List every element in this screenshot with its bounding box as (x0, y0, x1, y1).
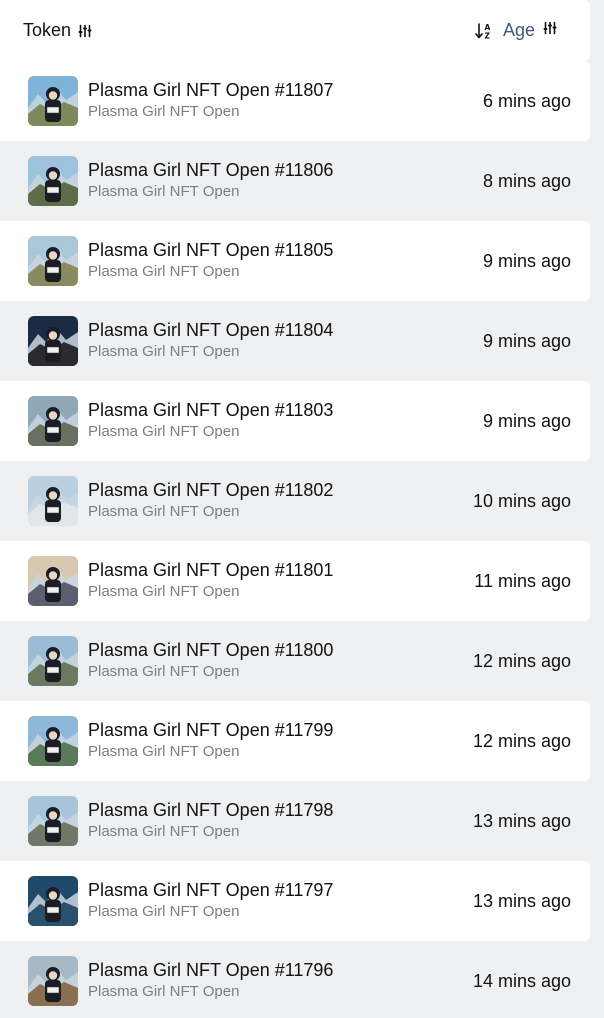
token-age: 14 mins ago (472, 970, 571, 991)
token-age: 6 mins ago (482, 90, 571, 111)
token-age: 9 mins ago (482, 250, 571, 271)
token-name[interactable]: Plasma Girl NFT Open #11797 (88, 880, 473, 901)
collection-name: Plasma Girl NFT Open (88, 342, 240, 360)
token-column-label: Token (23, 20, 72, 40)
token-row[interactable]: Plasma Girl NFT Open #11806 Plasma Girl N… (0, 141, 590, 221)
token-info: Plasma Girl NFT Open #11797 Plasma Girl N… (88, 880, 473, 922)
nft-thumbnail[interactable] (28, 796, 78, 846)
token-info: Plasma Girl NFT Open #11803 Plasma Girl N… (88, 400, 483, 442)
collection-name: Plasma Girl NFT Open (88, 422, 240, 440)
token-age: 9 mins ago (482, 330, 571, 351)
nft-thumbnail[interactable] (28, 156, 78, 206)
nft-thumbnail[interactable] (28, 636, 78, 686)
age-filter-icon[interactable] (543, 21, 557, 35)
collection-name: Plasma Girl NFT Open (88, 182, 240, 200)
collection-name: Plasma Girl NFT Open (88, 102, 240, 120)
token-row[interactable]: Plasma Girl NFT Open #11797 Plasma Girl N… (0, 861, 590, 941)
token-name[interactable]: Plasma Girl NFT Open #11805 (88, 240, 483, 261)
token-list-panel: Token A Z Age Plasma Girl NFT Open #1180… (0, 0, 604, 1018)
collection-name: Plasma Girl NFT Open (88, 502, 240, 520)
token-name[interactable]: Plasma Girl NFT Open #11798 (88, 800, 473, 821)
collection-name: Plasma Girl NFT Open (88, 262, 240, 280)
nft-thumbnail[interactable] (28, 956, 78, 1006)
token-info: Plasma Girl NFT Open #11802 Plasma Girl N… (88, 480, 473, 522)
token-name[interactable]: Plasma Girl NFT Open #11800 (88, 640, 473, 661)
nft-thumbnail[interactable] (28, 396, 78, 446)
token-info: Plasma Girl NFT Open #11800 Plasma Girl N… (88, 640, 473, 682)
token-info: Plasma Girl NFT Open #11798 Plasma Girl N… (88, 800, 473, 842)
token-info: Plasma Girl NFT Open #11805 Plasma Girl N… (88, 240, 483, 282)
token-age: 11 mins ago (474, 570, 571, 591)
token-age: 12 mins ago (472, 650, 571, 671)
token-row[interactable]: Plasma Girl NFT Open #11803 Plasma Girl N… (0, 381, 590, 461)
token-name[interactable]: Plasma Girl NFT Open #11807 (88, 80, 483, 101)
nft-thumbnail[interactable] (28, 316, 78, 366)
token-info: Plasma Girl NFT Open #11799 Plasma Girl N… (88, 720, 473, 762)
nft-thumbnail[interactable] (28, 476, 78, 526)
token-row[interactable]: Plasma Girl NFT Open #11802 Plasma Girl N… (0, 461, 590, 541)
collection-name: Plasma Girl NFT Open (88, 662, 240, 680)
token-name[interactable]: Plasma Girl NFT Open #11802 (88, 480, 473, 501)
nft-thumbnail[interactable] (28, 716, 78, 766)
token-row[interactable]: Plasma Girl NFT Open #11798 Plasma Girl N… (0, 781, 590, 861)
token-age: 12 mins ago (472, 730, 571, 751)
age-column-label[interactable]: Age (503, 20, 535, 41)
token-age: 13 mins ago (472, 810, 571, 831)
sort-ascending-icon[interactable]: A Z (475, 22, 493, 40)
nft-thumbnail[interactable] (28, 76, 78, 126)
token-name[interactable]: Plasma Girl NFT Open #11803 (88, 400, 483, 421)
token-row[interactable]: Plasma Girl NFT Open #11807 Plasma Girl N… (0, 61, 590, 141)
token-name[interactable]: Plasma Girl NFT Open #11804 (88, 320, 483, 341)
nft-thumbnail[interactable] (28, 556, 78, 606)
table-header: Token A Z Age (0, 0, 590, 61)
collection-name: Plasma Girl NFT Open (88, 822, 240, 840)
token-name[interactable]: Plasma Girl NFT Open #11806 (88, 160, 483, 181)
token-filter-icon[interactable] (78, 24, 92, 38)
token-info: Plasma Girl NFT Open #11807 Plasma Girl N… (88, 80, 483, 122)
collection-name: Plasma Girl NFT Open (88, 982, 240, 1000)
nft-thumbnail[interactable] (28, 876, 78, 926)
token-name[interactable]: Plasma Girl NFT Open #11796 (88, 960, 473, 981)
token-age: 13 mins ago (472, 890, 571, 911)
token-row[interactable]: Plasma Girl NFT Open #11796 Plasma Girl N… (0, 941, 590, 1018)
token-info: Plasma Girl NFT Open #11801 Plasma Girl N… (88, 560, 474, 602)
collection-name: Plasma Girl NFT Open (88, 742, 240, 760)
token-rows: Plasma Girl NFT Open #11807 Plasma Girl N… (0, 61, 604, 1018)
token-row[interactable]: Plasma Girl NFT Open #11799 Plasma Girl N… (0, 701, 590, 781)
header-token-column: Token (23, 20, 92, 41)
header-age-column: A Z Age (475, 20, 557, 41)
token-row[interactable]: Plasma Girl NFT Open #11800 Plasma Girl N… (0, 621, 590, 701)
collection-name: Plasma Girl NFT Open (88, 582, 240, 600)
token-name[interactable]: Plasma Girl NFT Open #11801 (88, 560, 474, 581)
token-row[interactable]: Plasma Girl NFT Open #11804 Plasma Girl N… (0, 301, 590, 381)
token-age: 9 mins ago (482, 410, 571, 431)
token-info: Plasma Girl NFT Open #11804 Plasma Girl N… (88, 320, 483, 362)
token-name[interactable]: Plasma Girl NFT Open #11799 (88, 720, 473, 741)
token-info: Plasma Girl NFT Open #11796 Plasma Girl N… (88, 960, 473, 1002)
nft-thumbnail[interactable] (28, 236, 78, 286)
token-row[interactable]: Plasma Girl NFT Open #11801 Plasma Girl N… (0, 541, 590, 621)
svg-text:Z: Z (484, 31, 490, 40)
token-age: 10 mins ago (472, 490, 571, 511)
token-age: 8 mins ago (482, 170, 571, 191)
token-row[interactable]: Plasma Girl NFT Open #11805 Plasma Girl N… (0, 221, 590, 301)
collection-name: Plasma Girl NFT Open (88, 902, 240, 920)
token-info: Plasma Girl NFT Open #11806 Plasma Girl N… (88, 160, 483, 202)
